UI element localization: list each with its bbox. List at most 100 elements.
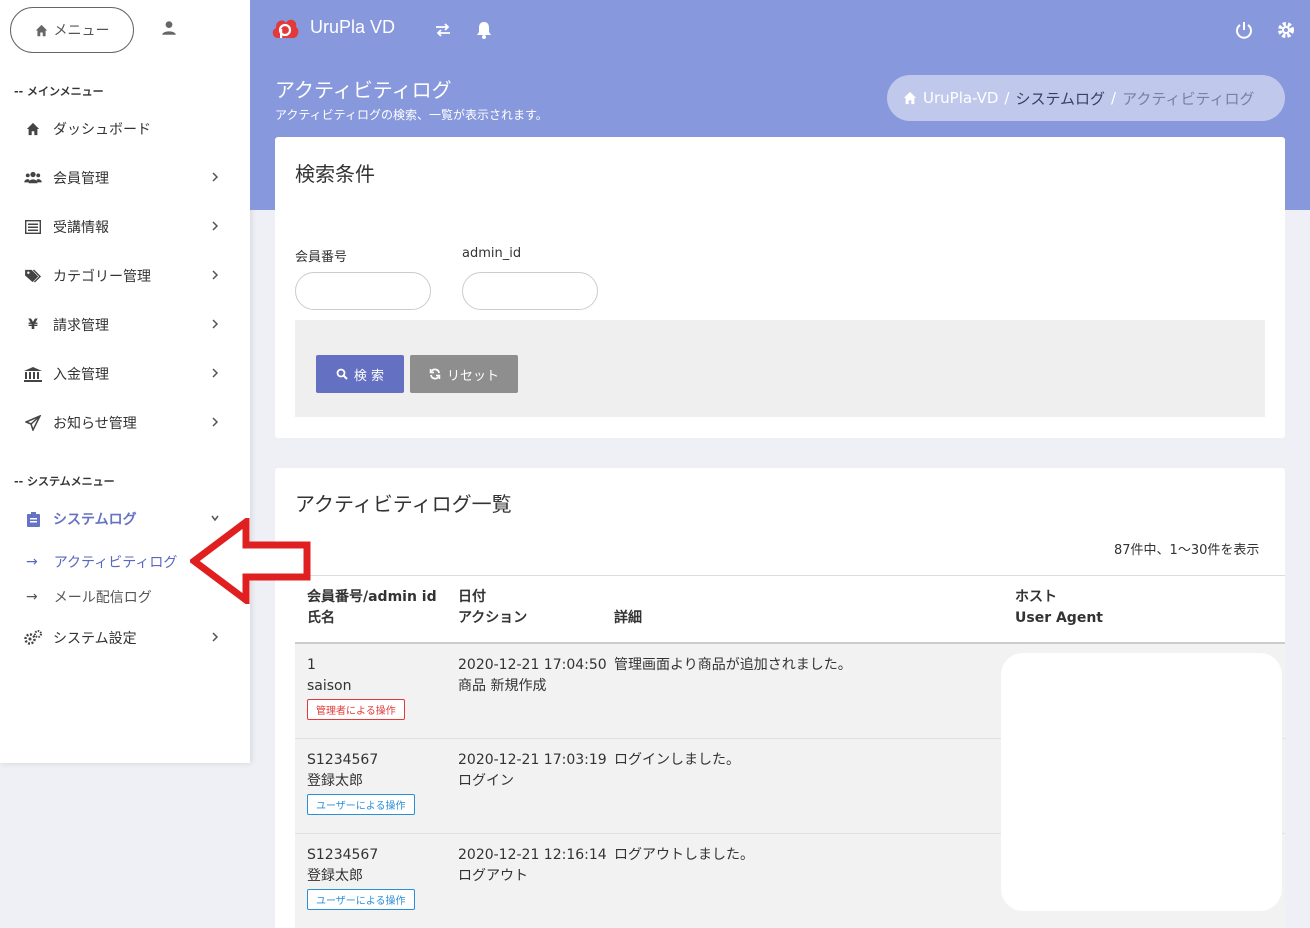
search-button[interactable]: 検 索 (316, 355, 404, 393)
sidebar-item-members[interactable]: 会員管理 (0, 158, 250, 198)
page-subtitle: アクティビティログの検索、一覧が表示されます。 (275, 108, 548, 122)
annotation-arrow-icon (190, 518, 311, 604)
chevron-right-icon (212, 632, 219, 642)
bell-icon[interactable] (474, 20, 494, 40)
cell-name: 登録太郎 (307, 773, 363, 789)
sidebar-item-payments[interactable]: 入金管理 (0, 354, 250, 394)
cell-date: 2020-12-21 17:04:50 (458, 657, 607, 673)
table-header-detail[interactable]: 詳細 (614, 608, 642, 629)
operator-badge: ユーザーによる操作 (307, 889, 415, 910)
cell-date: 2020-12-21 17:03:19 (458, 752, 607, 768)
sidebar-item-label: カテゴリー管理 (53, 269, 151, 285)
breadcrumb-separator: / (1004, 89, 1010, 107)
arrow-right-icon: → (26, 554, 38, 570)
sidebar-subitem-label: メール配信ログ (53, 590, 152, 606)
search-icon (336, 368, 348, 380)
reset-button[interactable]: リセット (410, 355, 518, 393)
chevron-right-icon (212, 417, 219, 427)
table-header-member[interactable]: 会員番号/admin id 氏名 (307, 587, 437, 629)
main-menu-label: -- メインメニュー (14, 85, 104, 98)
sidebar-item-notices[interactable]: お知らせ管理 (0, 403, 250, 443)
header-action: アクション (458, 610, 528, 626)
header-user-agent: User Agent (1015, 610, 1103, 626)
bank-icon (24, 365, 42, 383)
sidebar-item-label: 受講情報 (53, 220, 109, 236)
cell-member-id: S1234567 (307, 847, 379, 863)
record-count: 87件中、1〜30件を表示 (1114, 543, 1260, 558)
sidebar-item-label: お知らせ管理 (53, 416, 137, 432)
home-icon (35, 24, 47, 36)
sidebar-item-label: 入金管理 (53, 367, 109, 383)
chevron-right-icon (212, 172, 219, 182)
yen-icon: ¥ (28, 317, 38, 333)
header-name: 氏名 (307, 610, 335, 626)
menu-button[interactable]: メニュー (10, 7, 134, 53)
sidebar-item-label: 請求管理 (53, 318, 109, 334)
sidebar: メニュー -- メインメニュー ダッシュボード 会員管理 受講情報 カテゴリー管… (0, 0, 250, 763)
sidebar-subitem-label: アクティビティログ (53, 555, 178, 571)
cell-detail: ログインしました。 (614, 752, 740, 768)
sidebar-item-dashboard[interactable]: ダッシュボード (0, 109, 250, 149)
operator-badge: 管理者による操作 (307, 699, 405, 720)
list-icon (24, 218, 42, 236)
cell-name: saison (307, 678, 352, 694)
home-icon (24, 120, 42, 138)
user-icon[interactable] (160, 19, 178, 37)
sidebar-item-label: ダッシュボード (53, 122, 151, 138)
sidebar-item-label: システム設定 (53, 631, 137, 647)
sidebar-subitem-activity-log[interactable]: → アクティビティログ (26, 552, 177, 572)
chevron-right-icon (212, 270, 219, 280)
sidebar-item-categories[interactable]: カテゴリー管理 (0, 256, 250, 296)
reset-button-label: リセット (446, 368, 499, 384)
table-top-border (295, 575, 1285, 576)
cell-action: 商品 新規作成 (458, 678, 547, 694)
admin-id-input[interactable] (462, 272, 598, 310)
sidebar-item-label: 会員管理 (53, 171, 109, 187)
header-member-id: 会員番号/admin id (307, 589, 437, 605)
home-icon (903, 91, 917, 105)
cell-date: 2020-12-21 12:16:14 (458, 847, 607, 863)
cell-detail: ログアウトしました。 (614, 847, 754, 863)
menu-button-label: メニュー (53, 23, 110, 39)
cloud-logo-icon (272, 19, 299, 38)
search-button-label: 検 索 (353, 368, 385, 384)
exchange-icon[interactable] (433, 20, 453, 40)
breadcrumb-item-current: アクティビティログ (1122, 89, 1255, 108)
breadcrumb-separator: / (1111, 89, 1117, 107)
paper-plane-icon (24, 414, 42, 432)
breadcrumb: UruPla-VD / システムログ / アクティビティログ (887, 75, 1285, 121)
member-number-label: 会員番号 (295, 250, 348, 265)
sidebar-subitem-mail-log[interactable]: → メール配信ログ (26, 587, 152, 607)
search-card-title: 検索条件 (295, 162, 375, 186)
sidebar-item-courses[interactable]: 受講情報 (0, 207, 250, 247)
refresh-icon (429, 368, 441, 380)
brand[interactable]: UruPla VD (270, 14, 395, 40)
list-card-title: アクティビティログ一覧 (295, 492, 512, 516)
sidebar-item-system-settings[interactable]: システム設定 (0, 618, 250, 658)
topbar: UruPla VD (250, 0, 1310, 60)
operator-badge: ユーザーによる操作 (307, 794, 415, 815)
chevron-right-icon (212, 319, 219, 329)
gear-icon[interactable] (1276, 20, 1296, 40)
power-icon[interactable] (1234, 20, 1254, 40)
admin-id-label: admin_id (462, 246, 522, 261)
cell-member-id: S1234567 (307, 752, 379, 768)
cell-detail: 管理画面より商品が追加されました。 (614, 657, 852, 673)
table-header-date[interactable]: 日付 アクション (458, 587, 527, 629)
page-title: アクティビティログ (275, 78, 452, 102)
breadcrumb-item-system-log[interactable]: システムログ (1015, 88, 1105, 109)
tags-icon (24, 267, 42, 285)
member-number-input[interactable] (295, 272, 431, 310)
table-header-host[interactable]: ホスト User Agent (1015, 587, 1103, 629)
redacted-host-area (1001, 653, 1282, 911)
system-menu-label: -- システムメニュー (14, 475, 115, 488)
chevron-right-icon (212, 221, 219, 231)
users-icon (24, 169, 42, 187)
clipboard-icon (24, 510, 42, 528)
gears-icon (24, 629, 42, 647)
header-date: 日付 (458, 589, 486, 605)
cell-action: ログイン (458, 773, 514, 789)
sidebar-item-billing[interactable]: ¥ 請求管理 (0, 305, 250, 345)
cell-action: ログアウト (458, 868, 528, 884)
breadcrumb-item-home[interactable]: UruPla-VD (923, 89, 998, 107)
